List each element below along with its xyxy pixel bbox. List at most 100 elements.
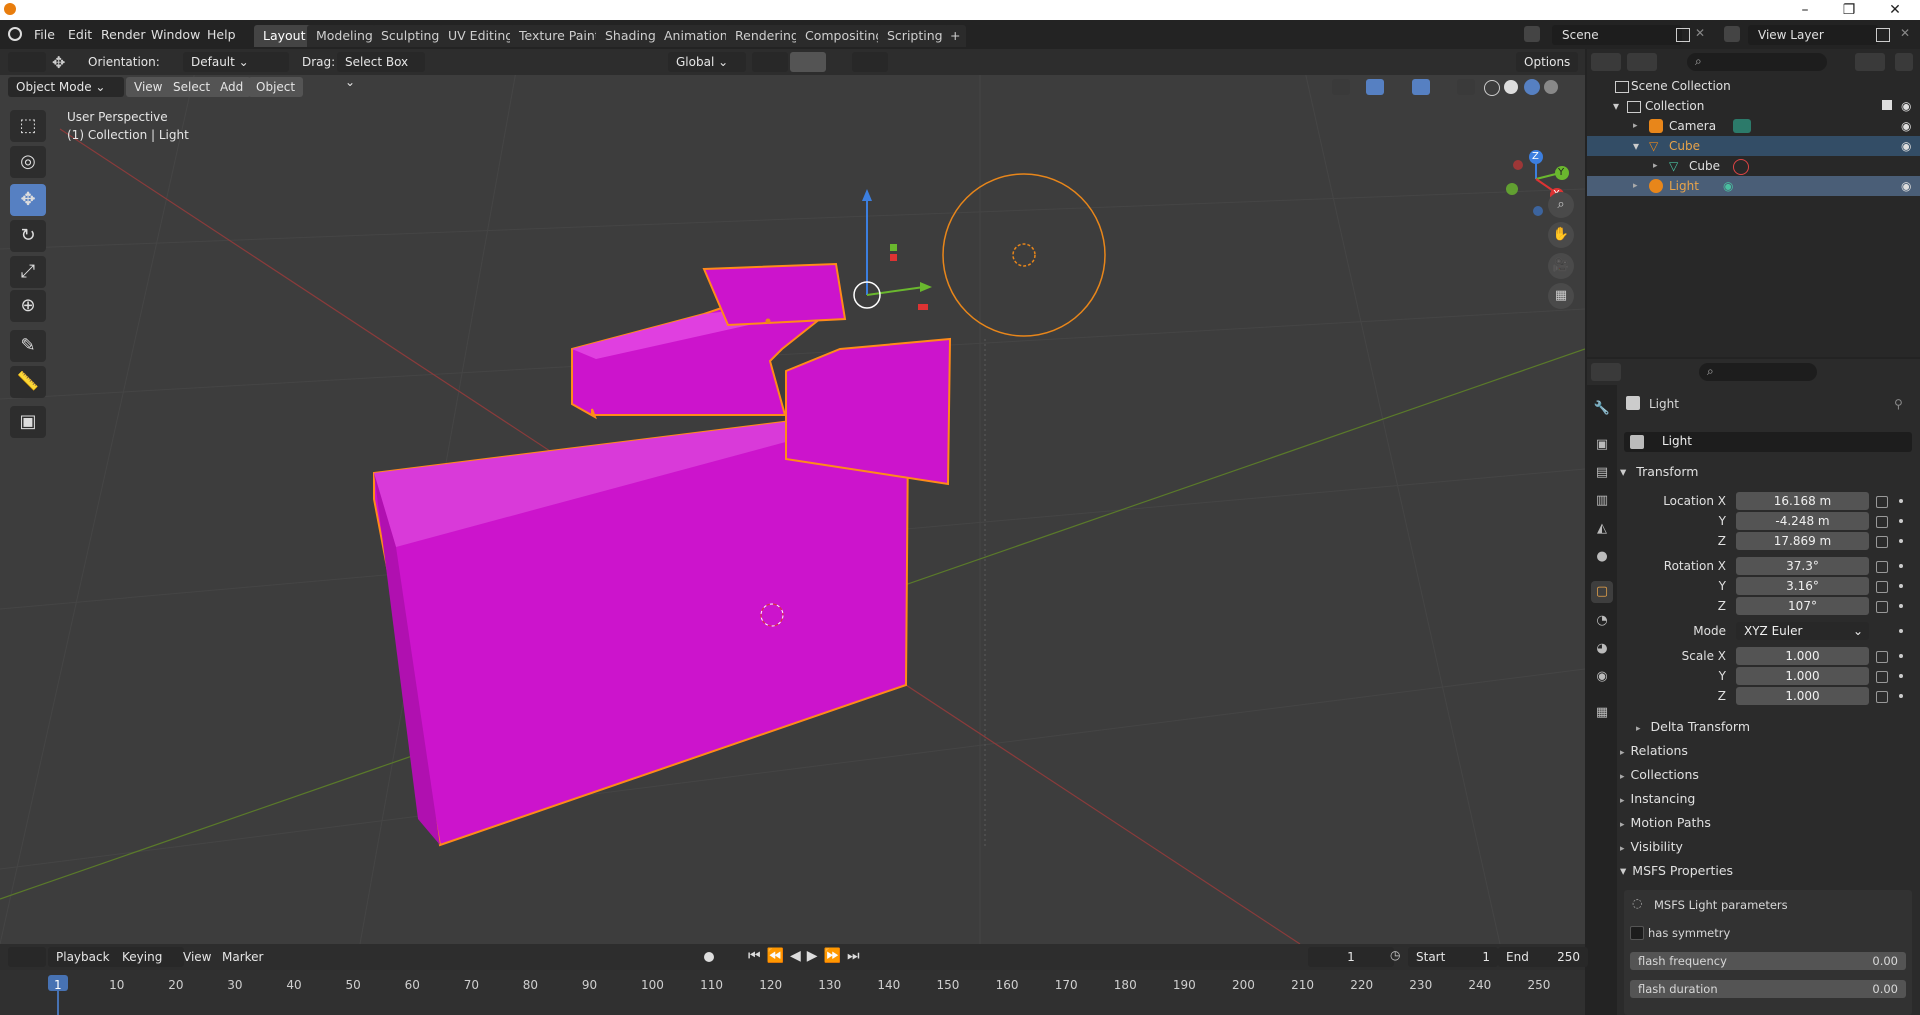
view-layer-tab-icon[interactable]: ▥	[1591, 490, 1613, 512]
tab-layout[interactable]: Layout	[254, 25, 315, 47]
properties-search-input[interactable]: ⌕	[1699, 363, 1817, 381]
checkbox-icon[interactable]	[1882, 100, 1892, 110]
msfs-properties-panel-header[interactable]: ▾ MSFS Properties	[1620, 860, 1916, 882]
tab-sculpting[interactable]: Sculpting	[372, 25, 449, 47]
snap-icon[interactable]	[790, 52, 826, 72]
location-x-field[interactable]: 16.168 m	[1736, 492, 1869, 510]
blender-menu-icon[interactable]	[8, 27, 22, 41]
menu-help[interactable]: Help	[207, 27, 236, 42]
output-tab-icon[interactable]: ▤	[1591, 462, 1613, 484]
end-frame-field[interactable]: End 250	[1498, 947, 1588, 967]
delta-transform-header[interactable]: ▸ Delta Transform	[1636, 716, 1920, 738]
scene-tab-icon[interactable]: ◭	[1591, 518, 1613, 540]
visibility-panel-header[interactable]: ▸ Visibility	[1620, 836, 1916, 858]
timeline-view-menu[interactable]: View	[183, 947, 211, 967]
rendered-shading-icon[interactable]	[1544, 80, 1558, 94]
has-symmetry-checkbox[interactable]	[1630, 926, 1644, 940]
visibility-icon[interactable]	[1332, 79, 1350, 95]
restore-button[interactable]: ❐	[1826, 0, 1872, 20]
menu-edit[interactable]: Edit	[68, 27, 92, 42]
transform-panel-header[interactable]: ▾ Transform	[1620, 461, 1916, 483]
location-y-field[interactable]: -4.248 m	[1736, 512, 1869, 530]
scale-y-field[interactable]: 1.000	[1736, 667, 1869, 685]
render-tab-icon[interactable]: ▣	[1591, 434, 1613, 456]
outliner-search-input[interactable]: ⌕	[1687, 53, 1827, 71]
wireframe-shading-icon[interactable]	[1484, 80, 1500, 96]
cube-mesh[interactable]	[373, 262, 952, 847]
pan-hand-icon[interactable]: ✋	[1548, 222, 1574, 248]
light-data-tab-icon[interactable]: ◉	[1591, 666, 1613, 688]
lock-icon[interactable]	[1876, 671, 1888, 683]
menu-render[interactable]: Render	[101, 27, 146, 42]
scale-z-field[interactable]: 1.000	[1736, 687, 1869, 705]
keyframe-dot-icon[interactable]	[1899, 694, 1903, 698]
zoom-icon[interactable]: ⌕	[1548, 192, 1574, 218]
instancing-panel-header[interactable]: ▸ Instancing	[1620, 788, 1916, 810]
scene-selector[interactable]: Scene	[1552, 25, 1682, 45]
gizmo-icon[interactable]	[1366, 79, 1384, 95]
select-box-tool[interactable]: ⬚	[10, 110, 46, 142]
tab-texture-paint[interactable]: Texture Paint	[510, 25, 609, 47]
display-mode-icon[interactable]	[1627, 53, 1657, 71]
delete-scene-icon[interactable]: ✕	[1695, 26, 1705, 40]
close-button[interactable]: ✕	[1872, 0, 1918, 20]
add-cube-tool[interactable]: ▣	[10, 406, 46, 438]
keyframe-dot-icon[interactable]	[1899, 604, 1903, 608]
eye-icon[interactable]: ◉	[1901, 136, 1911, 156]
rotate-tool[interactable]: ↻	[10, 220, 46, 252]
annotate-tool[interactable]: ✎	[10, 330, 46, 362]
mode-dropdown[interactable]: Object Mode ⌄	[8, 77, 124, 97]
filter-icon[interactable]	[1855, 53, 1885, 71]
flash-duration-field[interactable]: flash duration 0.00	[1630, 980, 1906, 998]
tab-modeling[interactable]: Modeling	[307, 25, 382, 47]
motion-paths-panel-header[interactable]: ▸ Motion Paths	[1620, 812, 1916, 834]
scale-x-field[interactable]: 1.000	[1736, 647, 1869, 665]
keying-dropdown[interactable]: Keying ⌄	[114, 947, 184, 984]
scene-icon[interactable]	[1524, 26, 1540, 42]
pivot-point-icon[interactable]	[752, 52, 788, 72]
rotation-y-field[interactable]: 3.16°	[1736, 577, 1869, 595]
lock-icon[interactable]	[1876, 651, 1888, 663]
eye-icon[interactable]: ◉	[1901, 116, 1911, 136]
camera-view-icon[interactable]: 🎥	[1548, 253, 1574, 279]
outliner-item-collection[interactable]: ▾ Collection ◉	[1587, 96, 1920, 116]
tool-tab-icon[interactable]: 🔧	[1591, 398, 1613, 420]
playback-dropdown[interactable]: Playback ⌄	[48, 947, 124, 984]
minimize-button[interactable]: –	[1782, 0, 1828, 20]
lock-icon[interactable]	[1876, 536, 1888, 548]
orientation-dropdown[interactable]: Default ⌄	[183, 52, 289, 72]
pin-icon[interactable]: ⚲	[1894, 397, 1903, 411]
keyframe-dot-icon[interactable]	[1899, 499, 1903, 503]
eye-icon[interactable]: ◉	[1901, 96, 1911, 116]
lock-icon[interactable]	[1876, 581, 1888, 593]
proportional-edit-icon[interactable]	[852, 52, 888, 72]
relations-panel-header[interactable]: ▸ Relations	[1620, 740, 1916, 762]
tab-animation[interactable]: Animation	[655, 25, 737, 47]
outliner-item-scene-collection[interactable]: Scene Collection	[1587, 76, 1920, 96]
chevron-right-icon[interactable]: ▸	[1633, 116, 1638, 136]
3d-viewport[interactable]: Z Y X	[0, 49, 1585, 944]
outliner-item-camera[interactable]: ▸ Camera ◉	[1587, 116, 1920, 136]
playback-controls-icon[interactable]: ⏮⏪◀▶⏩⏭	[748, 948, 866, 964]
move-tool-icon[interactable]: ✥	[52, 53, 65, 72]
rotation-z-field[interactable]: 107°	[1736, 597, 1869, 615]
chevron-down-icon[interactable]: ▾	[1633, 136, 1639, 156]
menu-view[interactable]: View	[126, 77, 171, 97]
outliner-item-cube[interactable]: ▾ ▽ Cube ◉	[1587, 136, 1920, 156]
chevron-down-icon[interactable]: ▾	[1613, 96, 1619, 116]
keyframe-dot-icon[interactable]	[1899, 674, 1903, 678]
options-dropdown[interactable]: Options	[1516, 52, 1579, 72]
view-layer-icon[interactable]	[1724, 26, 1740, 42]
flash-frequency-field[interactable]: flash frequency 0.00	[1630, 952, 1906, 970]
menu-file[interactable]: File	[34, 27, 55, 42]
collections-panel-header[interactable]: ▸ Collections	[1620, 764, 1916, 786]
keyframe-dot-icon[interactable]	[1899, 584, 1903, 588]
drag-dropdown[interactable]: Select Box ⌄	[337, 52, 425, 89]
measure-tool[interactable]: 📏	[10, 366, 46, 398]
ortho-grid-icon[interactable]: ▦	[1548, 283, 1574, 309]
timeline-editor-type-icon[interactable]	[8, 947, 46, 967]
keyframe-dot-icon[interactable]	[1899, 539, 1903, 543]
properties-editor-type-icon[interactable]	[1591, 363, 1621, 381]
lock-icon[interactable]	[1876, 561, 1888, 573]
rotation-x-field[interactable]: 37.3°	[1736, 557, 1869, 575]
